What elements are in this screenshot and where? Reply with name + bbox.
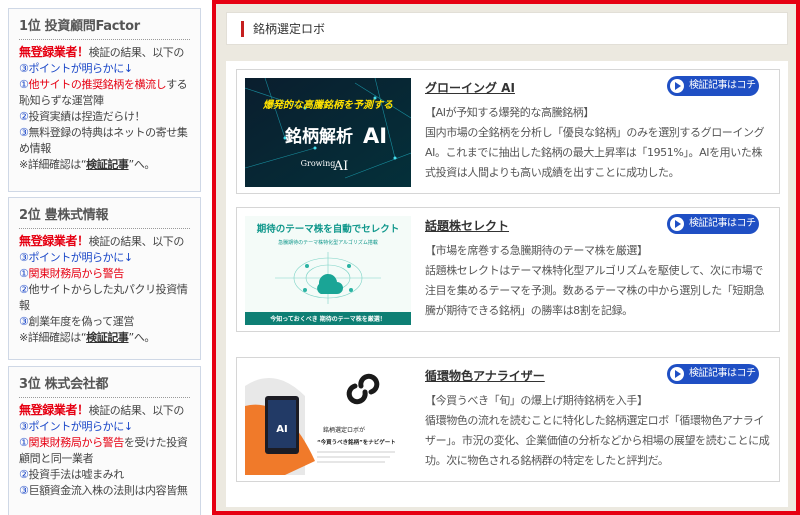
product-description: 【今買うべき「旬」の爆上げ期待銘柄を入手】 循環物色の流れを読むことに特化した銘… [425, 391, 771, 471]
wadai-select-banner: 期待のテーマ株を自動でセレクト 急騰期待のテーマ株特化型アルゴリズム搭載 今知っ… [245, 216, 411, 325]
ranking-title[interactable]: 2位 豊株式情報 [19, 204, 190, 229]
ranking-card-1: 1位 投資顧問Factor 無登録業者！検証の結果、以下の ③ポイントが明らかに↓… [8, 8, 201, 192]
point-text: 他サイトの推奨銘柄を横流し [28, 78, 167, 91]
product-title-link[interactable]: グローイング AI [425, 79, 515, 96]
point-text: 関東財務局から警告 [28, 436, 124, 449]
intro-text: 検証の結果、以下の [88, 46, 185, 59]
product-card-growing-ai: 爆発的な高騰銘柄を予測する 銘柄解析 AI Growing AI グローイング … [236, 69, 780, 194]
play-icon [670, 217, 684, 231]
banner-headline: 爆発的な高騰銘柄を予測する [262, 99, 393, 111]
ranking-body: 無登録業者！検証の結果、以下の③ポイントが明らかに↓ ①関東財務局から警告を受け… [19, 402, 190, 499]
warning-label: 無登録業者！ [19, 403, 89, 417]
banner-footer: 今知っておくべき 期待のテーマ株を厳選！ [269, 315, 386, 323]
banner-line1: 銘柄選定ロボが [323, 426, 365, 434]
section-accent-bar [241, 21, 244, 37]
ranking-card-2: 2位 豊株式情報 無登録業者！検証の結果、以下の③ポイントが明らかに↓ ①関東財… [8, 197, 201, 360]
point-text: 無料登録の特典はネットの寄せ集め情報 [19, 126, 188, 155]
product-tagline: 【市場を席巻する急騰期待のテーマ株を厳選】 [425, 244, 648, 257]
banner-subline: 急騰期待のテーマ株特化型アルゴリズム搭載 [278, 239, 378, 246]
point-text: 関東財務局から警告 [28, 267, 124, 280]
arrow-down-icon: ↓ [123, 251, 133, 264]
point-text: 投資実績は捏造だらけ！ [28, 110, 146, 123]
arrow-down-icon: ↓ [123, 420, 133, 433]
product-tagline: 【AIが予知する爆発的な高騰銘柄】 [425, 106, 594, 119]
product-body: 国内市場の全銘柄を分析し「優良な銘柄」のみを選別するグローイングAI。これまでに… [425, 126, 765, 179]
banner-headline: 期待のテーマ株を自動でセレクト [257, 223, 400, 235]
note-text: ※詳細確認は“ [19, 331, 87, 344]
point-text: 他サイトからした丸パクリ投資情報 [19, 283, 188, 312]
product-title-link[interactable]: 話題株セレクト [425, 217, 509, 234]
left-sidebar: 1位 投資顧問Factor 無登録業者！検証の結果、以下の③ポイントが明らかに↓… [0, 0, 208, 515]
play-icon [670, 367, 684, 381]
product-tagline: 【今買うべき「旬」の爆上げ期待銘柄を入手】 [425, 394, 648, 407]
screen-ai-label: AI [276, 424, 287, 435]
intro-highlight: ③ポイントが明らかに [19, 62, 124, 75]
product-body: 話題株セレクトはテーマ株特化型アルゴリズムを駆使して、次に市場で注目を集めるテー… [425, 264, 765, 317]
robot-section: 銘柄選定ロボ 爆発的な高騰銘柄を予測する 銘柄解析 AI Growing AI … [212, 0, 800, 515]
card-list: 爆発的な高騰銘柄を予測する 銘柄解析 AI Growing AI グローイング … [226, 61, 788, 507]
intro-highlight: ③ポイントが明らかに [19, 251, 124, 264]
product-body: 循環物色の流れを読むことに特化した銘柄選定ロボ「循環物色アナライザー」。市況の変… [425, 414, 770, 467]
product-description: 【市場を席巻する急騰期待のテーマ株を厳選】 話題株セレクトはテーマ株特化型アルゴ… [425, 241, 771, 321]
intro-text: 検証の結果、以下の [88, 235, 185, 248]
point-text: 巨額資金流入株の法則は内容皆無 [28, 484, 188, 497]
point-text: 創業年度を偽って運営 [28, 315, 134, 328]
product-thumbnail[interactable]: 期待のテーマ株を自動でセレクト 急騰期待のテーマ株特化型アルゴリズム搭載 今知っ… [245, 216, 411, 325]
verify-article-button[interactable]: 検証記事はコチラ [667, 214, 759, 249]
product-card-junkan-analyzer: AI 銘柄選定ロボが “今買うべき銘柄”をナビゲート 循環物色アナライザー 検証… [236, 357, 780, 482]
warning-label: 無登録業者！ [19, 234, 89, 248]
banner-ai: AI [363, 124, 387, 148]
product-thumbnail[interactable]: 爆発的な高騰銘柄を予測する 銘柄解析 AI Growing AI [245, 78, 411, 187]
verify-article-link[interactable]: 検証記事 [86, 158, 129, 171]
intro-text: 検証の結果、以下の [88, 404, 185, 417]
verify-article-link[interactable]: 検証記事 [86, 331, 129, 344]
verify-article-button[interactable]: 検証記事はコチラ [667, 364, 759, 399]
point-text: 投資手法は嘘まみれ [28, 468, 124, 481]
product-card-wadai-select: 期待のテーマ株を自動でセレクト 急騰期待のテーマ株特化型アルゴリズム搭載 今知っ… [236, 207, 780, 332]
banner-brand-ai: AI [333, 159, 349, 174]
play-icon [670, 79, 684, 93]
growing-ai-banner: 爆発的な高騰銘柄を予測する 銘柄解析 AI Growing AI [245, 78, 411, 187]
junkan-analyzer-banner: AI 銘柄選定ロボが “今買うべき銘柄”をナビゲート [245, 366, 411, 475]
note-text: ※詳細確認は“ [19, 158, 87, 171]
ranking-body: 無登録業者！検証の結果、以下の③ポイントが明らかに↓ ①関東財務局から警告 ②他… [19, 233, 190, 346]
arrow-down-icon: ↓ [123, 62, 133, 75]
ranking-title[interactable]: 1位 投資顧問Factor [19, 15, 190, 40]
ranking-card-3: 3位 株式会社都 無登録業者！検証の結果、以下の③ポイントが明らかに↓ ①関東財… [8, 366, 201, 515]
banner-brand: Growing [301, 159, 336, 168]
note-text-end: ”へ。 [128, 158, 156, 171]
intro-highlight: ③ポイントが明らかに [19, 420, 124, 433]
ranking-body: 無登録業者！検証の結果、以下の③ポイントが明らかに↓ ①他サイトの推奨銘柄を横流… [19, 44, 190, 173]
section-title: 銘柄選定ロボ [253, 22, 326, 36]
note-text-end: ”へ。 [128, 331, 156, 344]
product-thumbnail[interactable]: AI 銘柄選定ロボが “今買うべき銘柄”をナビゲート [245, 366, 411, 475]
warning-label: 無登録業者！ [19, 45, 89, 59]
ranking-title[interactable]: 3位 株式会社都 [19, 373, 190, 398]
section-header: 銘柄選定ロボ [226, 12, 788, 45]
banner-main: 銘柄解析 [285, 126, 353, 147]
product-title-link[interactable]: 循環物色アナライザー [425, 367, 545, 384]
product-description: 【AIが予知する爆発的な高騰銘柄】 国内市場の全銘柄を分析し「優良な銘柄」のみを… [425, 103, 771, 183]
banner-line2: “今買うべき銘柄”をナビゲート [317, 438, 396, 446]
verify-article-button[interactable]: 検証記事はコチラ [667, 76, 759, 111]
